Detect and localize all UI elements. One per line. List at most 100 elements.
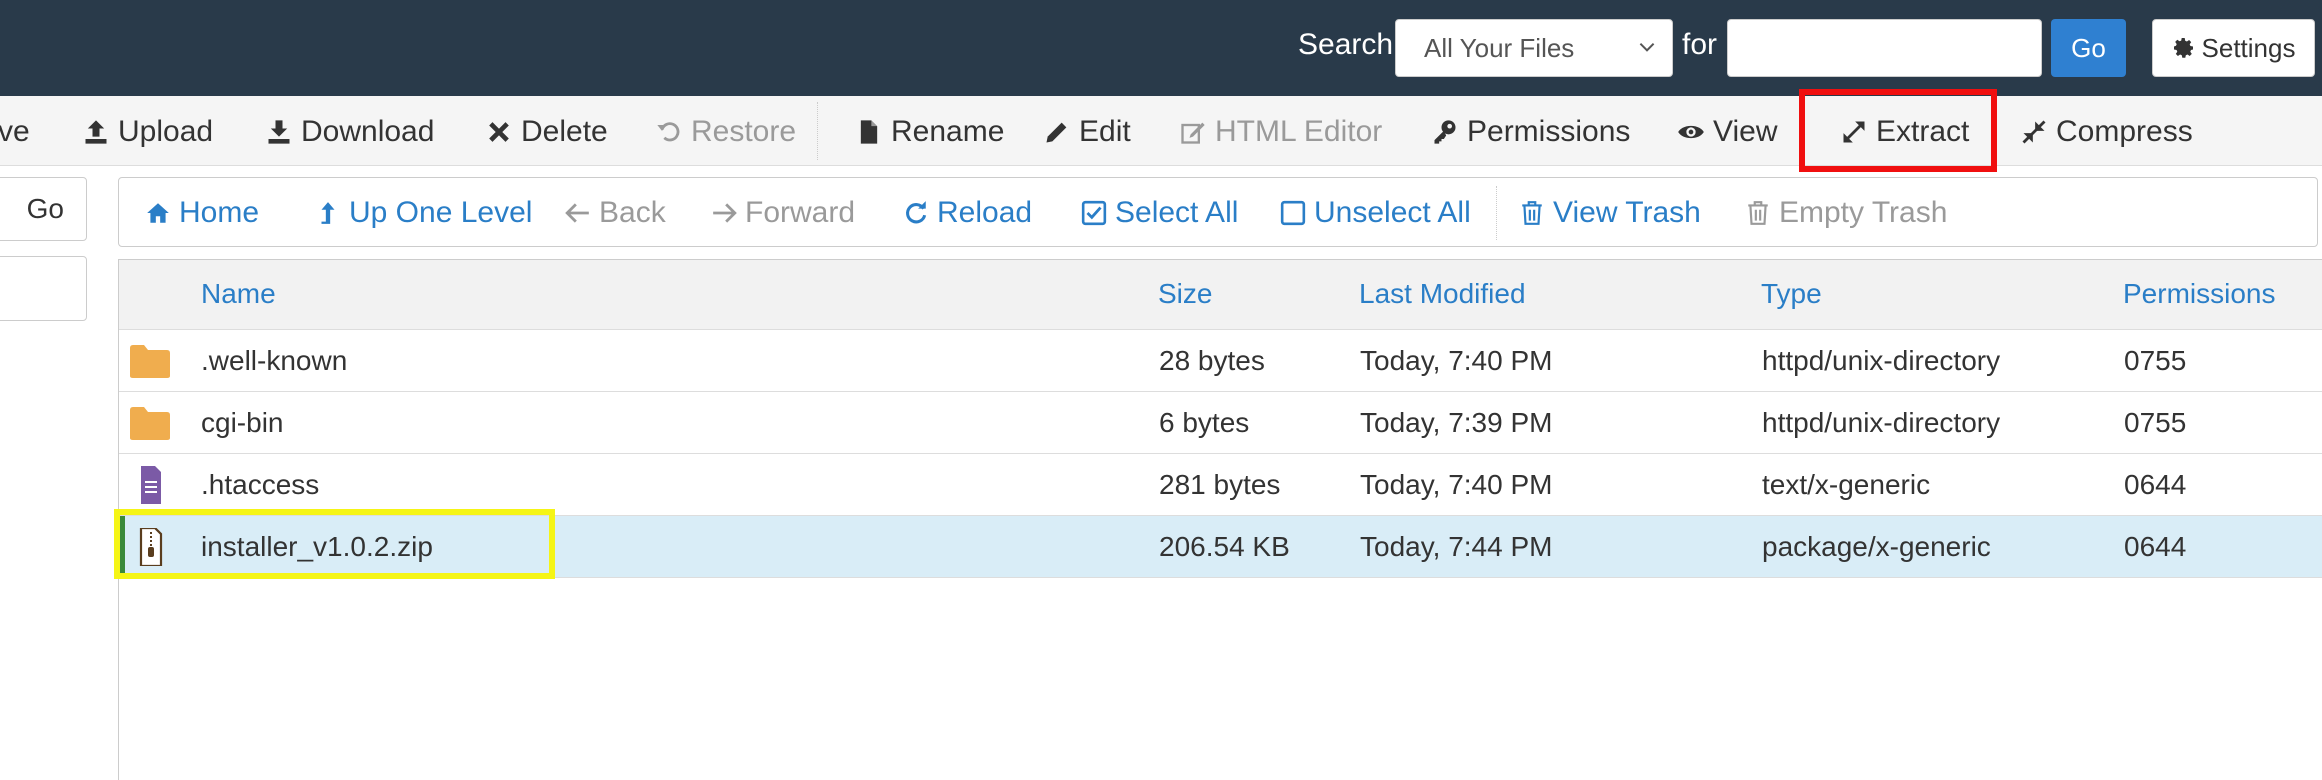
nav-divider: [1496, 186, 1497, 240]
left-panel-box: [0, 256, 87, 321]
text-file-icon: [141, 466, 161, 504]
column-header-name[interactable]: Name: [201, 278, 276, 310]
for-label: for: [1682, 28, 1718, 61]
file-name: installer_v1.0.2.zip: [201, 531, 433, 562]
file-type: httpd/unix-directory: [1762, 407, 2001, 438]
html-editor-button[interactable]: HTML Editor: [1179, 112, 1382, 152]
search-scope-value: All Your Files: [1424, 32, 1575, 63]
view-trash-label: View Trash: [1553, 196, 1701, 229]
home-label: Home: [179, 196, 260, 229]
restore-label: Restore: [691, 115, 797, 148]
toolbar-truncated-item[interactable]: ve: [0, 112, 30, 152]
up-one-level-button[interactable]: Up One Level: [315, 194, 532, 232]
empty-trash-button[interactable]: Empty Trash: [1745, 194, 1947, 232]
file-name: cgi-bin: [201, 407, 284, 438]
file-name: .htaccess: [201, 469, 320, 500]
file-icon: [860, 120, 878, 144]
column-header-permissions[interactable]: Permissions: [2123, 278, 2275, 310]
html-editor-label: HTML Editor: [1215, 115, 1383, 148]
file-permissions: 0644: [2124, 531, 2187, 562]
permissions-button[interactable]: Permissions: [1431, 112, 1630, 152]
zip-file-icon: [139, 528, 163, 566]
view-button[interactable]: View: [1677, 112, 1777, 152]
unselect-all-button[interactable]: Unselect All: [1280, 194, 1471, 232]
close-icon: [489, 122, 509, 142]
file-size: 6 bytes: [1159, 407, 1250, 438]
file-type: package/x-generic: [1762, 531, 1991, 562]
column-header-type[interactable]: Type: [1761, 278, 1822, 310]
file-size: 206.54 KB: [1159, 531, 1290, 562]
delete-button[interactable]: Delete: [485, 112, 608, 152]
trash-icon: [1522, 201, 1542, 225]
file-permissions: 0755: [2124, 345, 2187, 376]
eye-icon: [1678, 125, 1704, 139]
file-type: httpd/unix-directory: [1762, 345, 2001, 376]
empty-trash-label: Empty Trash: [1779, 196, 1948, 229]
rename-button[interactable]: Rename: [855, 112, 1004, 152]
file-toolbar: ve Upload Download Delete Restore Rename…: [0, 96, 2322, 166]
navigation-bar: Home Up One Level Back Forward Reload Se…: [118, 177, 2318, 247]
download-button[interactable]: Download: [265, 112, 434, 152]
select-all-button[interactable]: Select All: [1081, 194, 1238, 232]
permissions-label: Permissions: [1467, 115, 1631, 148]
search-input[interactable]: [1727, 19, 2042, 77]
extract-label: Extract: [1876, 115, 1970, 148]
file-table: Name Size Last Modified Type Permissions…: [118, 259, 2322, 780]
download-icon: [268, 120, 290, 144]
arrow-left-icon: [565, 203, 589, 223]
chevron-down-icon: [1639, 42, 1655, 52]
checkbox-checked-icon: [1081, 200, 1107, 226]
home-button[interactable]: Home: [145, 194, 259, 232]
settings-button[interactable]: Settings: [2152, 19, 2315, 77]
file-modified: Today, 7:40 PM: [1360, 469, 1553, 500]
back-label: Back: [599, 196, 666, 229]
table-row[interactable]: cgi-bin 6 bytes Today, 7:39 PM httpd/uni…: [119, 392, 2322, 454]
download-label: Download: [301, 115, 435, 148]
settings-label: Settings: [2201, 32, 2296, 63]
pencil-icon: [1046, 122, 1067, 143]
table-header: Name Size Last Modified Type Permissions: [119, 260, 2322, 330]
table-row[interactable]: .htaccess 281 bytes Today, 7:40 PM text/…: [119, 454, 2322, 516]
file-type: text/x-generic: [1762, 469, 1931, 500]
column-header-size[interactable]: Size: [1158, 278, 1212, 310]
table-row[interactable]: .well-known 28 bytes Today, 7:40 PM http…: [119, 330, 2322, 392]
toolbar-divider: [817, 102, 818, 160]
undo-icon: [657, 122, 680, 142]
left-go-button[interactable]: Go: [0, 177, 87, 241]
forward-button[interactable]: Forward: [711, 194, 855, 232]
rename-label: Rename: [891, 115, 1005, 148]
forward-label: Forward: [745, 196, 856, 229]
search-go-button[interactable]: Go: [2051, 19, 2126, 77]
view-trash-button[interactable]: View Trash: [1519, 194, 1701, 232]
compress-icon: [2022, 120, 2046, 144]
table-row-selected[interactable]: installer_v1.0.2.zip 206.54 KB Today, 7:…: [119, 516, 2322, 578]
refresh-icon: [906, 201, 927, 224]
arrow-right-icon: [713, 203, 737, 223]
reload-label: Reload: [937, 196, 1033, 229]
reload-button[interactable]: Reload: [903, 194, 1032, 232]
back-button[interactable]: Back: [565, 194, 666, 232]
file-size: 281 bytes: [1159, 469, 1281, 500]
file-modified: Today, 7:39 PM: [1360, 407, 1553, 438]
search-label: Search: [1298, 28, 1394, 61]
home-icon: [147, 203, 169, 223]
folder-icon: [130, 407, 170, 440]
column-header-last-modified[interactable]: Last Modified: [1359, 278, 1526, 310]
restore-button[interactable]: Restore: [655, 112, 796, 152]
up-one-level-label: Up One Level: [349, 196, 533, 229]
upload-icon: [85, 120, 107, 144]
extract-button[interactable]: Extract: [1840, 112, 1969, 152]
search-scope-select[interactable]: All Your Files: [1395, 19, 1673, 77]
upload-label: Upload: [118, 115, 214, 148]
edit-label: Edit: [1079, 115, 1131, 148]
upload-button[interactable]: Upload: [82, 112, 213, 152]
unselect-all-label: Unselect All: [1314, 196, 1471, 229]
folder-icon: [130, 345, 170, 378]
selection-indicator: [119, 516, 125, 578]
level-up-icon: [321, 202, 335, 224]
edit-button[interactable]: Edit: [1043, 112, 1131, 152]
file-name: .well-known: [201, 345, 348, 376]
file-size: 28 bytes: [1159, 345, 1265, 376]
compress-button[interactable]: Compress: [2020, 112, 2193, 152]
key-icon: [1434, 120, 1456, 144]
